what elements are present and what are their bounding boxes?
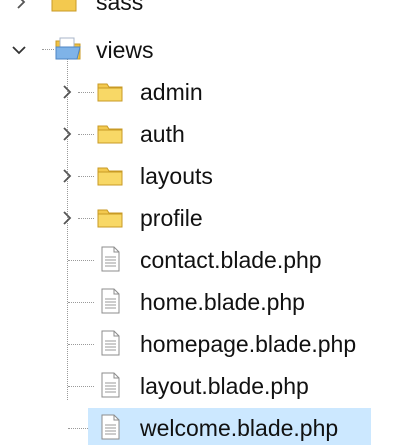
tree-item-label: homepage.blade.php [140,331,357,357]
file-icon [101,288,120,314]
tree-item-label: profile [140,205,203,231]
tree-item-label: layout.blade.php [140,373,309,399]
file-icon [101,246,120,272]
tree-item-layout-blade[interactable]: layout.blade.php [0,366,409,406]
folder-icon [97,167,123,186]
chevron-right-icon[interactable] [12,0,30,11]
tree-item-label: admin [140,79,203,105]
tree-item-label: views [96,37,154,63]
tree-item-label: home.blade.php [140,289,305,315]
file-icon [101,372,120,398]
file-icon [101,414,120,440]
chevron-down-icon[interactable] [10,41,28,59]
file-tree: sass views admin auth layouts profile co… [0,0,409,445]
tree-item-homepage-blade[interactable]: homepage.blade.php [0,324,409,364]
chevron-right-icon[interactable] [58,167,76,185]
tree-item-auth[interactable]: auth [0,114,409,154]
chevron-right-icon[interactable] [58,83,76,101]
tree-item-admin[interactable]: admin [0,72,409,112]
chevron-right-icon[interactable] [58,209,76,227]
folder-icon [51,0,77,12]
tree-item-contact-blade[interactable]: contact.blade.php [0,240,409,280]
folder-icon [97,209,123,228]
folder-icon [97,125,123,144]
tree-item-label: contact.blade.php [140,247,322,273]
tree-item-home-blade[interactable]: home.blade.php [0,282,409,322]
tree-item-label: auth [140,121,185,147]
tree-item-label: welcome.blade.php [140,415,339,441]
tree-item-label: layouts [140,163,213,189]
folder-icon [97,83,123,102]
tree-item-sass[interactable]: sass [0,0,409,22]
open-folder-icon [55,37,81,60]
tree-item-layouts[interactable]: layouts [0,156,409,196]
tree-item-views[interactable]: views [0,30,409,70]
chevron-right-icon[interactable] [58,125,76,143]
tree-item-profile[interactable]: profile [0,198,409,238]
tree-item-label: sass [96,0,144,15]
tree-item-welcome-blade[interactable]: welcome.blade.php [0,408,409,445]
file-icon [101,330,120,356]
